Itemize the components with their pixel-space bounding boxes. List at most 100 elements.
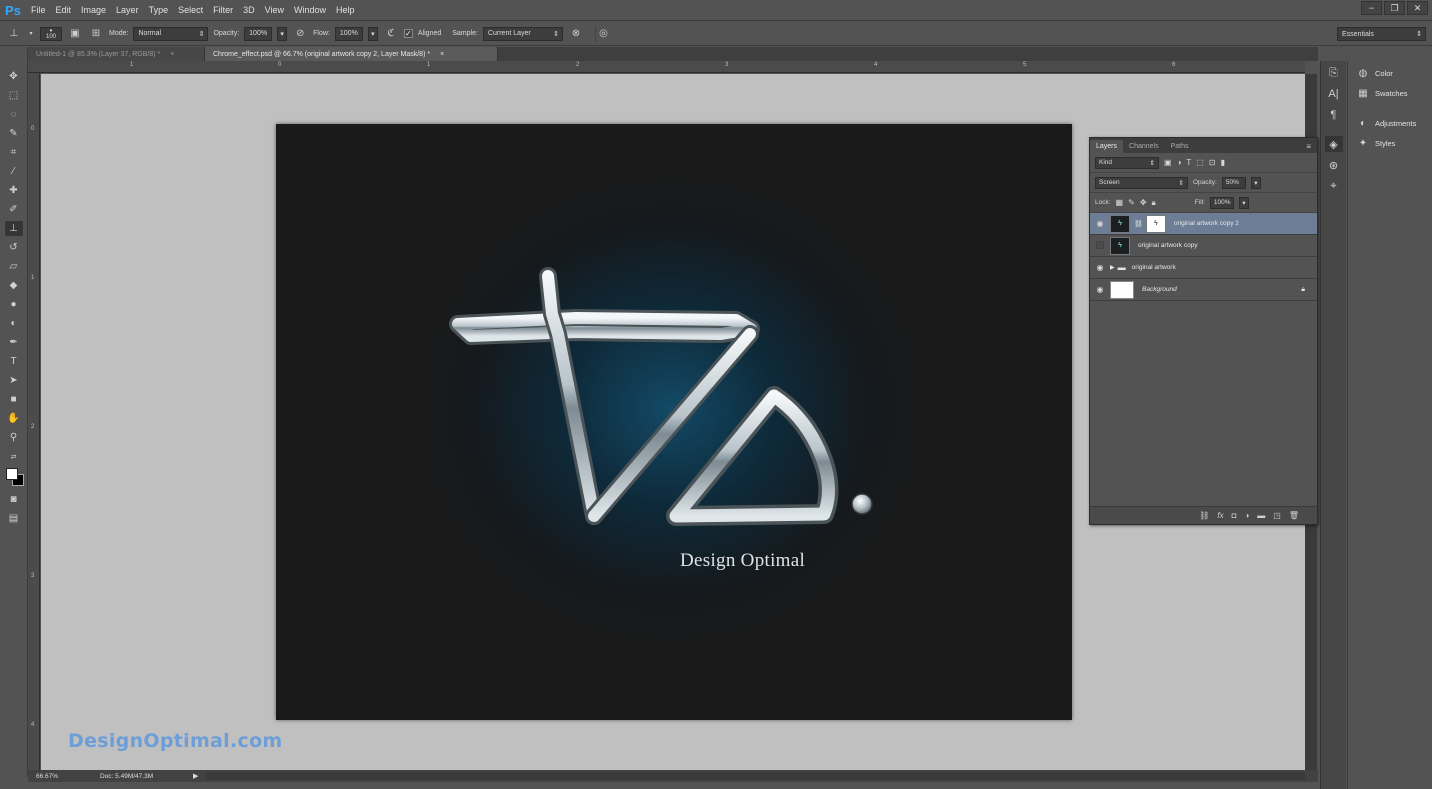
panel-menu-icon[interactable]: ≡ — [1306, 140, 1317, 153]
brush-panel-icon[interactable]: ▣ — [67, 26, 83, 42]
rectangle-tool-icon[interactable]: ■ — [5, 392, 23, 407]
hand-tool-icon[interactable]: ✋ — [5, 411, 23, 426]
opacity-input[interactable]: 100% — [244, 26, 273, 41]
menu-edit[interactable]: Edit — [51, 0, 77, 21]
clone-stamp-tool-icon[interactable]: ⊥ — [4, 221, 23, 236]
panel-styles[interactable]: ✦ Styles — [1348, 133, 1432, 153]
brush-size-picker[interactable]: • 100 — [40, 26, 62, 41]
lock-pixels-icon[interactable]: ✎ — [1128, 198, 1135, 207]
status-menu-arrow-icon[interactable]: ▶ — [193, 772, 198, 780]
foreground-color-swatch[interactable] — [5, 468, 18, 480]
pen-tool-icon[interactable]: ✒ — [5, 335, 23, 350]
tab-untitled-1[interactable]: Untitled-1 @ 85.3% (Layer 37, RGB/8) * × — [28, 47, 205, 61]
fill-dropdown[interactable]: ▾ — [1238, 196, 1249, 209]
paint-bucket-tool-icon[interactable]: ◆ — [5, 278, 23, 293]
chevron-down-icon[interactable]: ▾ — [27, 26, 35, 42]
sample-select[interactable]: Current Layer ⇕ — [482, 26, 563, 41]
tab-channels[interactable]: Channels — [1123, 140, 1165, 153]
default-colors-icon[interactable]: ⇄ — [5, 449, 23, 464]
paragraph-panel-icon[interactable]: ¶ — [1325, 107, 1343, 123]
filter-adjustment-icon[interactable]: ◑ — [1177, 158, 1182, 167]
tab-chrome-effect[interactable]: Chrome_effect.psd @ 66.7% (original artw… — [205, 47, 498, 61]
dodge-tool-icon[interactable]: ◐ — [5, 316, 23, 331]
layer-row[interactable]: ◉ ϟ ⛓ ϟ original artwork copy 2 — [1090, 213, 1317, 235]
horizontal-scrollbar[interactable] — [205, 772, 1305, 780]
menu-layer[interactable]: Layer — [111, 0, 144, 21]
layer-group-row[interactable]: ◉ ▶ ▬ original artwork — [1090, 257, 1317, 279]
delete-layer-icon[interactable]: 🗑︎ — [1289, 511, 1299, 520]
filter-toggle-icon[interactable]: ▮ — [1221, 158, 1225, 167]
eyedropper-tool-icon[interactable]: ⁄ — [5, 164, 23, 179]
menu-type[interactable]: Type — [144, 0, 174, 21]
visibility-eye-icon[interactable]: ◉ — [1090, 285, 1110, 294]
new-group-icon[interactable]: ▬ — [1257, 511, 1265, 520]
zoom-level[interactable]: 66.67% — [28, 773, 88, 780]
panel-adjustments[interactable]: ◐ Adjustments — [1348, 113, 1432, 133]
mask-link-icon[interactable]: ⛓ — [1134, 220, 1143, 228]
menu-image[interactable]: Image — [76, 0, 111, 21]
link-layers-icon[interactable]: ⛓ — [1199, 511, 1209, 520]
tab-close-icon[interactable]: × — [440, 51, 444, 58]
lock-transparency-icon[interactable]: ▦ — [1116, 198, 1124, 207]
layers-panel-icon[interactable]: ◈ — [1324, 136, 1343, 152]
path-selection-tool-icon[interactable]: ➤ — [5, 373, 23, 388]
ignore-adjustment-icon[interactable]: ⊗ — [568, 26, 584, 42]
workspace-select[interactable]: Essentials ⇕ — [1337, 27, 1426, 41]
pressure-opacity-icon[interactable]: ⊘ — [292, 26, 308, 42]
panel-swatches[interactable]: ▦ Swatches — [1348, 83, 1432, 103]
pressure-size-icon[interactable]: ◎ — [594, 25, 611, 42]
visibility-eye-icon[interactable]: ◉ — [1090, 263, 1110, 272]
panel-color[interactable]: ◍ Color — [1348, 63, 1432, 83]
flow-input[interactable]: 100% — [334, 26, 363, 41]
flow-dropdown[interactable]: ▾ — [367, 26, 378, 41]
menu-3d[interactable]: 3D — [238, 0, 260, 21]
tab-close-icon[interactable]: × — [170, 51, 174, 58]
opacity-dropdown[interactable]: ▾ — [277, 26, 288, 41]
filter-smart-object-icon[interactable]: ⊡ — [1209, 158, 1216, 167]
channels-panel-icon[interactable]: ⊛ — [1325, 157, 1343, 173]
lock-position-icon[interactable]: ✥ — [1140, 198, 1147, 207]
history-panel-icon[interactable]: ⎘ — [1325, 65, 1343, 81]
clone-stamp-icon[interactable]: ⊥ — [6, 26, 22, 42]
character-panel-icon[interactable]: A| — [1325, 86, 1343, 102]
adjustment-layer-icon[interactable]: ◑ — [1244, 511, 1249, 520]
history-brush-tool-icon[interactable]: ↺ — [5, 240, 23, 255]
layer-row[interactable]: ϟ original artwork copy — [1090, 235, 1317, 257]
menu-window[interactable]: Window — [289, 0, 331, 21]
type-tool-icon[interactable]: T — [5, 354, 23, 369]
layer-opacity-dropdown[interactable]: ▾ — [1250, 176, 1261, 189]
crop-tool-icon[interactable]: ⌗ — [5, 145, 23, 160]
menu-view[interactable]: View — [260, 0, 289, 21]
color-swatches[interactable] — [4, 468, 24, 488]
marquee-tool-icon[interactable]: ⬚ — [5, 88, 23, 103]
blur-tool-icon[interactable]: ● — [5, 297, 23, 312]
clone-source-icon[interactable]: ⊞ — [88, 26, 104, 42]
layer-style-fx-icon[interactable]: fx — [1217, 511, 1223, 520]
visibility-eye-icon[interactable]: ◉ — [1090, 219, 1110, 228]
blend-mode-select[interactable]: Screen ⇕ — [1095, 176, 1188, 189]
brush-tool-icon[interactable]: ✐ — [5, 202, 23, 217]
fill-input[interactable]: 100% — [1209, 196, 1234, 209]
add-mask-icon[interactable]: ◘ — [1232, 511, 1237, 520]
airbrush-icon[interactable]: ℭ — [383, 26, 399, 42]
quick-select-tool-icon[interactable]: ✎ — [5, 126, 23, 141]
filter-kind-select[interactable]: Kind ⇕ — [1095, 156, 1159, 169]
menu-help[interactable]: Help — [331, 0, 360, 21]
healing-brush-tool-icon[interactable]: ✚ — [5, 183, 23, 198]
expand-arrow-icon[interactable]: ▶ — [1110, 264, 1115, 271]
lock-all-icon[interactable]: 🔒︎ — [1152, 198, 1156, 208]
aligned-checkbox[interactable]: ✓ — [403, 29, 413, 38]
screen-mode-icon[interactable]: ▤ — [5, 511, 23, 526]
tab-paths[interactable]: Paths — [1165, 140, 1195, 153]
visibility-toggle-empty[interactable] — [1090, 240, 1110, 251]
minimize-button[interactable]: − — [1361, 1, 1382, 15]
filter-shape-icon[interactable]: ⬚ — [1196, 158, 1204, 167]
paths-panel-icon[interactable]: ⌖ — [1325, 178, 1343, 194]
filter-type-icon[interactable]: T — [1186, 158, 1191, 167]
restore-button[interactable]: ❐ — [1384, 1, 1405, 15]
mode-select[interactable]: Normal ⇕ — [133, 26, 209, 41]
zoom-tool-icon[interactable]: ⚲ — [5, 430, 23, 445]
document-canvas[interactable]: Design Optimal — [276, 124, 1072, 720]
quick-mask-icon[interactable]: ◙ — [5, 492, 23, 507]
menu-select[interactable]: Select — [173, 0, 208, 21]
